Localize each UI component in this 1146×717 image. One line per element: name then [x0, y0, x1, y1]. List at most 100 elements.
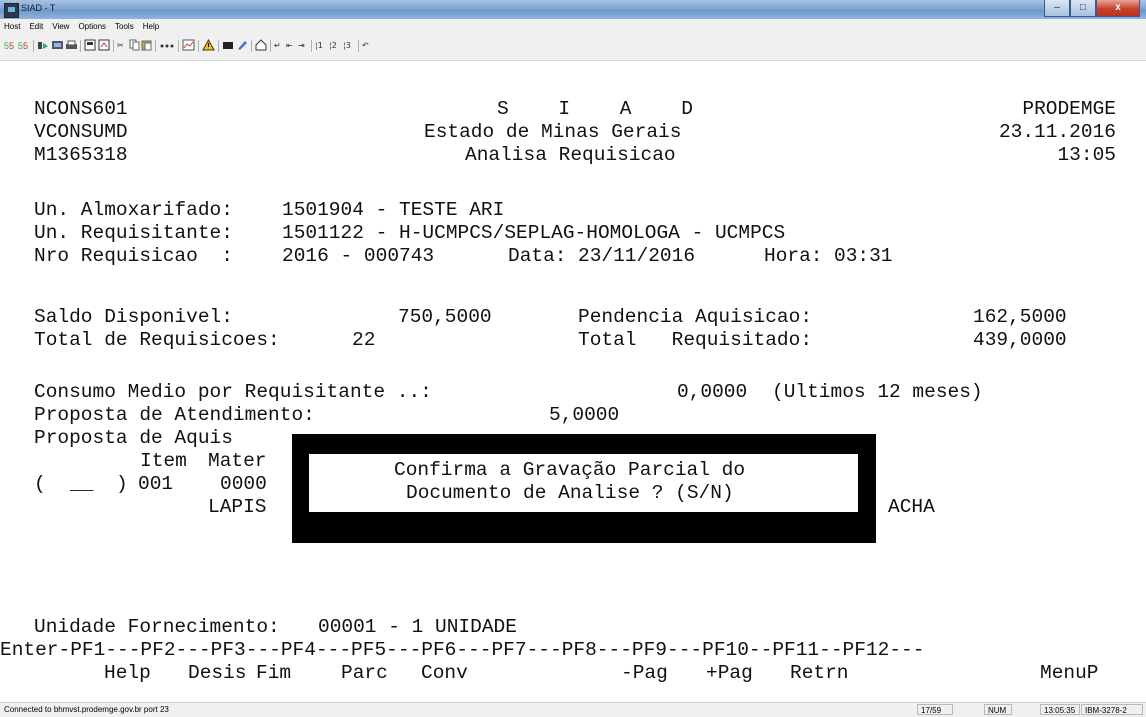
- pf12-menup[interactable]: MenuP: [1040, 662, 1099, 685]
- hora-value: 03:31: [834, 245, 893, 267]
- confirm-dialog-line1: Confirma a Gravação Parcial do: [394, 459, 746, 481]
- cursor-position: 17/59: [917, 704, 953, 715]
- receive-icon[interactable]: 55: [18, 39, 31, 52]
- screen-date: 23.11.2016: [998, 121, 1116, 143]
- terminal-screen[interactable]: NCONS601 S I A D PRODEMGE VCONSUMD Estad…: [0, 61, 1146, 702]
- field-right-icon[interactable]: ⇥: [298, 39, 305, 52]
- system-name: S I A D: [497, 98, 712, 120]
- pf8-next-page[interactable]: +Pag: [706, 662, 753, 685]
- terminal-type: IBM-3278-2: [1081, 704, 1143, 715]
- copy-icon[interactable]: [129, 39, 140, 52]
- pf5-conv[interactable]: Conv: [421, 662, 468, 685]
- menu-help[interactable]: Help: [139, 22, 164, 31]
- consumo-note: (Ultimos 12 meses): [772, 381, 983, 403]
- unidade-value: 00001 - 1 UNIDADE: [318, 616, 517, 638]
- home-icon[interactable]: [255, 39, 267, 52]
- menu-host[interactable]: Host: [0, 22, 25, 31]
- minimize-button[interactable]: –: [1044, 0, 1070, 17]
- toolbar-separator: [33, 40, 34, 52]
- pf3-icon[interactable]: ¦3: [343, 39, 351, 52]
- item-header: Item: [140, 450, 187, 472]
- window-controls: – □ x: [1044, 0, 1140, 17]
- consumo-value: 0,0000: [677, 381, 748, 403]
- paste-icon[interactable]: [141, 39, 152, 52]
- program-id: NCONS601: [34, 98, 128, 120]
- pendencia-value: 162,5000: [973, 306, 1067, 328]
- confirm-dialog-input[interactable]: _: [830, 485, 842, 508]
- send-icon[interactable]: 55: [4, 39, 17, 52]
- print-icon[interactable]: [65, 39, 78, 52]
- field-left-icon[interactable]: ⇤: [286, 39, 293, 52]
- screen-icon[interactable]: [222, 39, 234, 52]
- pf4-parc[interactable]: Parc: [341, 662, 388, 685]
- toolbar-separator: [113, 40, 114, 52]
- toolbar-separator: [178, 40, 179, 52]
- mater-header: Mater: [208, 450, 267, 472]
- menu-edit[interactable]: Edit: [25, 22, 48, 31]
- confirm-dialog: Confirma a Gravação Parcial do Documento…: [292, 434, 876, 543]
- confirm-dialog-line2: Documento de Analise ? (S/N): [406, 482, 734, 504]
- user-id: M1365318: [34, 144, 128, 166]
- pf2-icon[interactable]: ¦2: [329, 39, 337, 52]
- menu-view[interactable]: View: [48, 22, 74, 31]
- toolbar-separator: [198, 40, 199, 52]
- row-select-close: ): [116, 473, 128, 495]
- toolbar-separator: [155, 40, 156, 52]
- close-button[interactable]: x: [1096, 0, 1140, 17]
- macro-icon[interactable]: [37, 39, 49, 52]
- total-requisitado-label: Total Requisitado:: [578, 329, 813, 351]
- nro-requisicao-label: Nro Requisicao :: [34, 245, 233, 267]
- pf2-desis[interactable]: Desis: [188, 662, 247, 685]
- open-icon[interactable]: [98, 39, 110, 52]
- toolbar-separator: [311, 40, 312, 52]
- row-select-open: (: [34, 473, 46, 495]
- requisitante-value: 1501122 - H-UCMPCS/SEPLAG-HOMOLOGA - UCM…: [282, 222, 786, 244]
- pf9-retrn[interactable]: Retrn: [790, 662, 849, 685]
- screen-time: 13:05: [1057, 144, 1116, 166]
- title-bar: SIAD - T – □ x: [0, 0, 1146, 19]
- status-time: 13:05:35: [1040, 704, 1080, 715]
- toolbar-separator: [251, 40, 252, 52]
- nro-requisicao-value: 2016 - 000743: [282, 245, 435, 267]
- record-icon[interactable]: [159, 39, 175, 52]
- data-label: Data:: [508, 245, 567, 267]
- connect-icon[interactable]: [51, 39, 64, 52]
- pf3-fim[interactable]: Fim: [256, 662, 291, 685]
- cut-icon[interactable]: ✂: [117, 39, 124, 52]
- connection-status: Connected to bhmvst.prodemge.gov.br port…: [4, 705, 169, 714]
- consumo-label: Consumo Medio por Requisitante ..:: [34, 381, 432, 403]
- brush-icon[interactable]: [236, 39, 248, 52]
- maximize-button[interactable]: □: [1070, 0, 1096, 17]
- toolbar-separator: [358, 40, 359, 52]
- saldo-label: Saldo Disponivel:: [34, 306, 233, 328]
- pf-keys-line: Enter-PF1---PF2---PF3---PF4---PF5---PF6-…: [0, 639, 925, 661]
- svg-text:5: 5: [23, 41, 28, 51]
- requisitante-label: Un. Requisitante:: [34, 222, 233, 244]
- row-material-code: 0000: [220, 473, 267, 495]
- menu-options[interactable]: Options: [74, 22, 111, 31]
- data-value: 23/11/2016: [578, 245, 696, 267]
- pf1-help[interactable]: Help: [104, 662, 151, 685]
- undo-icon[interactable]: ↶: [362, 39, 369, 52]
- save-icon[interactable]: [84, 39, 96, 52]
- chart-icon[interactable]: [182, 39, 195, 52]
- menu-tools[interactable]: Tools: [111, 22, 139, 31]
- almox-label: Un. Almoxarifado:: [34, 199, 233, 221]
- total-requisicoes-value: 22: [352, 329, 376, 351]
- view-id: VCONSUMD: [34, 121, 128, 143]
- proposta-atendimento-value[interactable]: 5,0000: [549, 404, 619, 427]
- app-icon[interactable]: [4, 3, 19, 18]
- pf1-icon[interactable]: ¦1: [315, 39, 323, 52]
- warning-icon[interactable]: [202, 39, 215, 52]
- confirm-dialog-body: Confirma a Gravação Parcial do Documento…: [309, 454, 858, 512]
- proposta-atendimento-label: Proposta de Atendimento:: [34, 404, 315, 426]
- hora-label: Hora:: [764, 245, 823, 267]
- unidade-label: Unidade Fornecimento:: [34, 616, 280, 638]
- row-item-number: 001: [138, 473, 174, 495]
- saldo-value: 750,5000: [398, 306, 492, 328]
- pf7-prev-page[interactable]: -Pag: [621, 662, 668, 685]
- enter-icon[interactable]: ↵: [274, 39, 281, 52]
- pendencia-label: Pendencia Aquisicao:: [578, 306, 813, 328]
- window-title: SIAD - T: [21, 3, 56, 13]
- row-select-field[interactable]: __: [70, 473, 93, 496]
